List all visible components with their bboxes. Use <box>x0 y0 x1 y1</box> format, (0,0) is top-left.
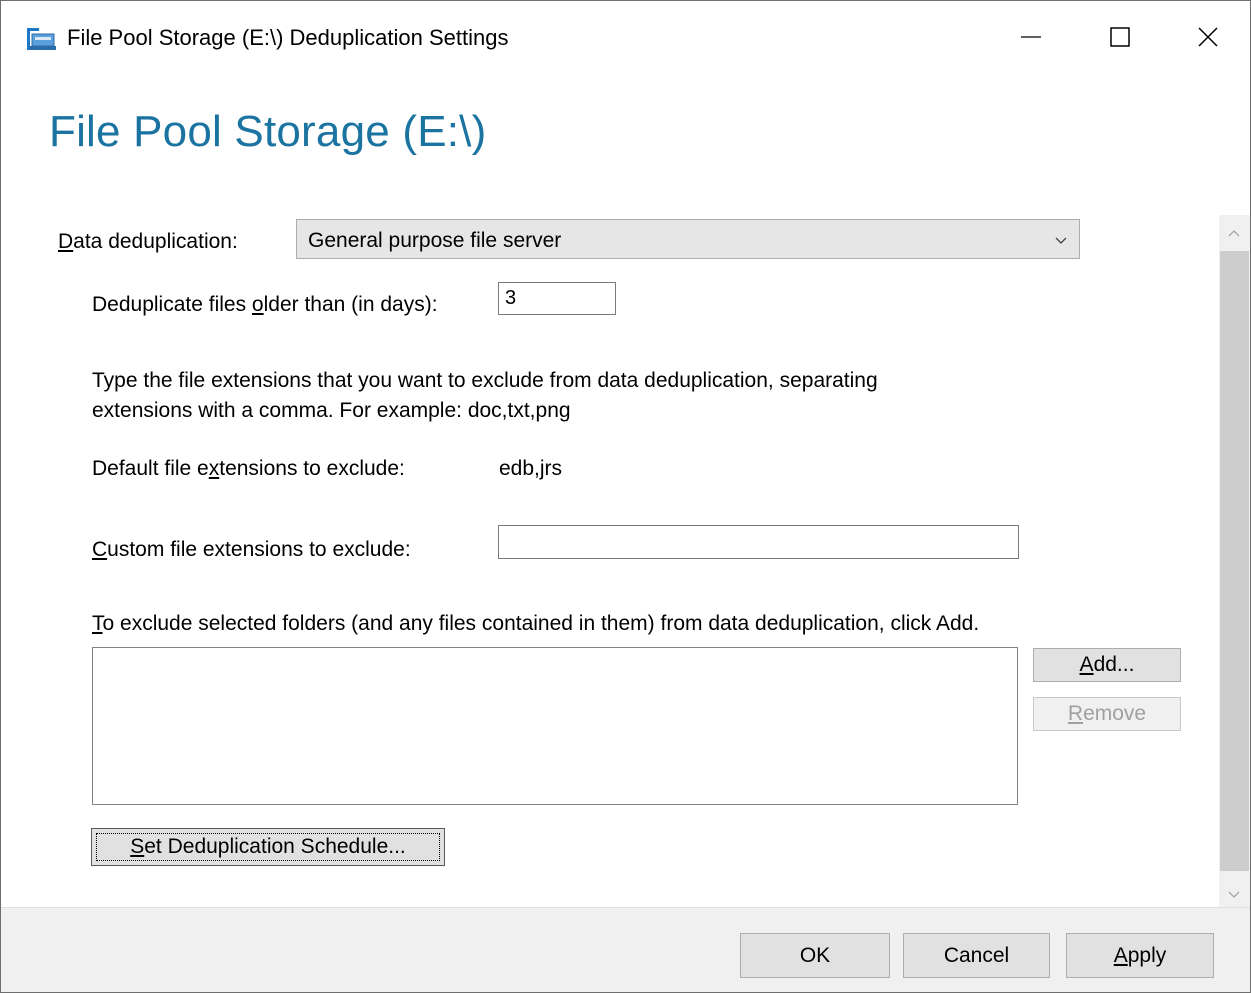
instructions-line2: extensions with a comma. For example: do… <box>92 399 571 422</box>
close-button[interactable] <box>1184 15 1232 59</box>
storage-folder-icon <box>27 28 57 50</box>
default-ext-value: edb,jrs <box>499 457 563 480</box>
age-days-input[interactable] <box>498 282 616 315</box>
dedup-mode-select[interactable]: General purpose file server <box>296 219 1080 259</box>
dialog-window: File Pool Storage (E:\) Deduplication Se… <box>0 0 1251 993</box>
maximize-button[interactable] <box>1096 15 1144 59</box>
ok-button[interactable]: OK <box>740 933 890 978</box>
title-bar[interactable]: File Pool Storage (E:\) Deduplication Se… <box>1 1 1250 73</box>
set-schedule-button[interactable]: Set Deduplication Schedule... <box>91 828 445 866</box>
focus-rectangle <box>96 833 440 861</box>
remove-folder-button[interactable]: Remove <box>1033 697 1181 731</box>
dedup-mode-label: Data deduplication: <box>58 230 238 253</box>
vertical-scrollbar[interactable] <box>1219 215 1250 907</box>
custom-ext-input[interactable] <box>498 525 1019 559</box>
minimize-button[interactable] <box>1007 15 1055 59</box>
chevron-down-icon[interactable] <box>1227 887 1241 905</box>
excluded-folders-list[interactable] <box>92 647 1018 805</box>
window-title: File Pool Storage (E:\) Deduplication Se… <box>67 25 509 50</box>
page-heading: File Pool Storage (E:\) <box>49 107 487 156</box>
add-folder-button[interactable]: Add... <box>1033 648 1181 682</box>
custom-ext-label: Custom file extensions to exclude: <box>92 538 411 561</box>
chevron-up-icon[interactable] <box>1227 225 1241 243</box>
folders-label: To exclude selected folders (and any fil… <box>92 612 980 635</box>
cancel-button[interactable]: Cancel <box>903 933 1050 978</box>
apply-button[interactable]: Apply <box>1066 933 1214 978</box>
default-ext-label: Default file extensions to exclude: <box>92 457 405 480</box>
age-label: Deduplicate files older than (in days): <box>92 293 438 316</box>
dedup-mode-value: General purpose file server <box>308 229 562 252</box>
dialog-footer: OK Cancel Apply <box>1 907 1250 992</box>
chevron-down-icon <box>1055 232 1067 250</box>
instructions-line1: Type the file extensions that you want t… <box>92 369 878 392</box>
scrollbar-thumb[interactable] <box>1220 251 1249 871</box>
